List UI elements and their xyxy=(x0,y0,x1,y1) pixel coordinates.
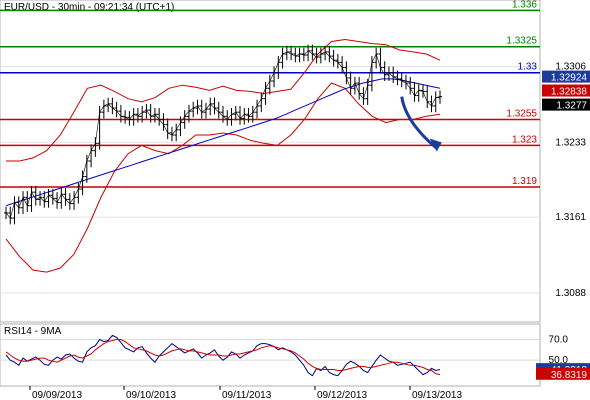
x-tick-label: 09/09/2013 xyxy=(32,390,82,400)
price-tag-label: 1.32924 xyxy=(551,73,588,84)
level-label: 1.336 xyxy=(512,0,537,10)
x-tick-label: 09/11/2013 xyxy=(222,390,272,400)
price-tick-label: 1.3161 xyxy=(555,212,586,223)
chart-root: EUR/USD - 30min - 09:21:34 (UTC+1) 1.336… xyxy=(0,0,590,400)
price-tag-label: 1.3277 xyxy=(556,101,587,112)
rsi-panel: RSI14 - 9MA 70.050.0 41.331836.8319 xyxy=(0,323,590,387)
level-label: 1.33 xyxy=(518,62,538,73)
rsi-tick-label: 70.0 xyxy=(549,335,569,346)
main-plot-frame xyxy=(0,0,541,323)
level-label: 1.3255 xyxy=(506,108,537,119)
rsi-tag-label: 36.8319 xyxy=(551,370,588,381)
main-chart-title: EUR/USD - 30min - 09:21:34 (UTC+1) xyxy=(4,2,174,13)
x-tick-label: 09/10/2013 xyxy=(126,390,176,400)
rsi-plot-frame xyxy=(0,323,541,387)
level-label: 1.3325 xyxy=(506,36,537,47)
date-axis: 09/09/2013 09/10/2013 09/11/2013 09/12/2013… xyxy=(29,386,462,400)
rsi-chart-title: RSI14 - 9MA xyxy=(4,326,62,337)
main-price-panel: EUR/USD - 30min - 09:21:34 (UTC+1) 1.336… xyxy=(0,0,590,323)
level-label: 1.323 xyxy=(512,134,537,145)
level-label: 1.319 xyxy=(512,176,537,187)
x-tick-label: 09/13/2013 xyxy=(412,390,462,400)
x-tick-label: 09/12/2013 xyxy=(317,390,367,400)
price-tick-label: 1.3088 xyxy=(555,288,586,299)
price-tick-label: 1.3233 xyxy=(555,137,586,148)
price-tag-label: 1.32838 xyxy=(551,87,588,98)
